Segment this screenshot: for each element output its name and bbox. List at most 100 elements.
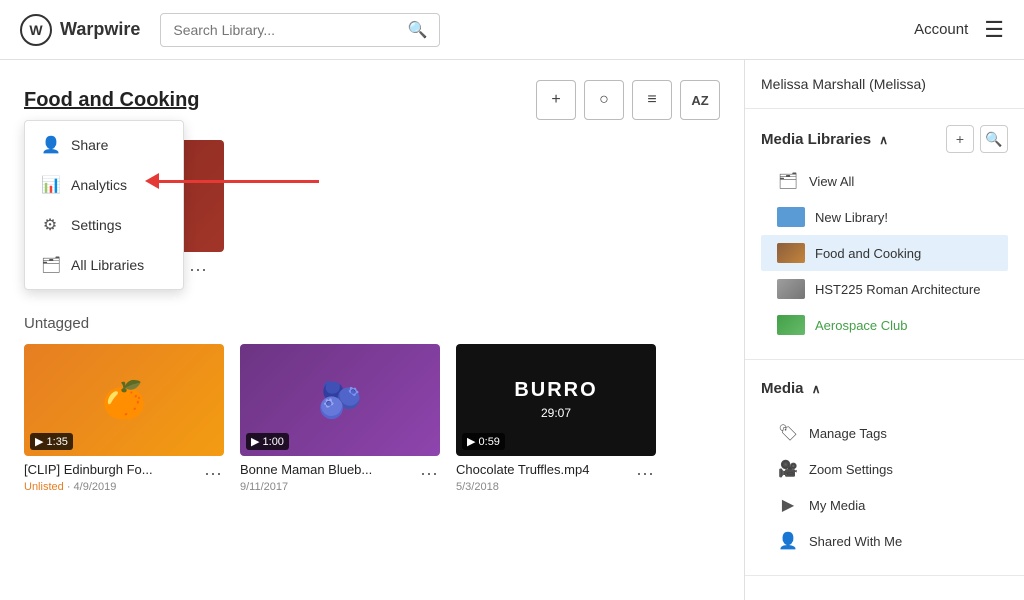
sidebar-thumb-food: [777, 243, 805, 263]
folder-icon: 🗂: [777, 171, 799, 191]
sidebar-shared-label: Shared With Me: [809, 534, 992, 549]
untagged-section-title: Untagged: [24, 315, 720, 332]
circle-button[interactable]: ○: [584, 80, 624, 120]
logo-icon: W: [20, 14, 52, 46]
video-card-2[interactable]: BURRO 29:07 ▶ 0:59 Chocolate Truffles.mp…: [456, 344, 656, 499]
video-grid: 🍊 ▶ 1:35 [CLIP] Edinburgh Fo... Unlisted…: [24, 344, 720, 499]
sidebar-media-libraries-title: Media Libraries ∧: [761, 131, 888, 148]
video-info-0: [CLIP] Edinburgh Fo... Unlisted · 4/9/20…: [24, 456, 224, 499]
sidebar: Melissa Marshall (Melissa) Media Librari…: [744, 60, 1024, 600]
sidebar-item-hst[interactable]: HST225 Roman Architecture: [761, 271, 1008, 307]
person-icon: 👤: [777, 531, 799, 551]
header-left: W Warpwire 🔍: [20, 13, 440, 47]
sidebar-food-label: Food and Cooking: [815, 246, 992, 261]
sidebar-thumb-new: [777, 207, 805, 227]
sidebar-media-header: Media ∧: [761, 376, 1008, 405]
sidebar-divider-1: [745, 359, 1024, 360]
video-more-1[interactable]: ⋯: [418, 462, 440, 487]
sidebar-item-new-library[interactable]: New Library!: [761, 199, 1008, 235]
content-header: Food and Cooking + ○ ≡ AZ: [24, 80, 720, 120]
sort-button[interactable]: AZ: [680, 80, 720, 120]
sidebar-item-view-all[interactable]: 🗂 View All: [761, 163, 1008, 199]
logo-name: Warpwire: [60, 19, 140, 40]
tag-icon: 🏷: [777, 423, 799, 443]
search-library-button[interactable]: 🔍: [980, 125, 1008, 153]
sidebar-divider-2: [745, 575, 1024, 576]
sidebar-manage-tags-label: Manage Tags: [809, 426, 992, 441]
header-right: Account ☰: [914, 17, 1004, 43]
settings-arrow: [145, 173, 319, 189]
sidebar-section-actions: + 🔍: [946, 125, 1008, 153]
video-title-1: Bonne Maman Blueb...: [240, 462, 418, 479]
toolbar: + ○ ≡ AZ: [536, 80, 720, 120]
main-layout: Food and Cooking + ○ ≡ AZ 👤 Share 📊 Anal…: [0, 60, 1024, 600]
dropdown-all-libraries-label: All Libraries: [71, 257, 144, 273]
video-thumb-2: BURRO 29:07 ▶ 0:59: [456, 344, 656, 456]
libraries-icon: 🗂: [41, 255, 59, 275]
settings-icon: ⚙: [41, 215, 59, 235]
sidebar-aero-label: Aerospace Club: [815, 318, 992, 333]
video-details-2: Chocolate Truffles.mp4 5/3/2018: [456, 462, 634, 493]
video-card-1[interactable]: 🫐 ▶ 1:00 Bonne Maman Blueb... 9/11/2017 …: [240, 344, 440, 499]
sidebar-media-section: Media ∧ 🏷 Manage Tags 🎥 Zoom Settings ▶ …: [745, 368, 1024, 567]
sidebar-item-aerospace[interactable]: Aerospace Club: [761, 307, 1008, 343]
video-more-0[interactable]: ⋯: [202, 462, 224, 487]
sidebar-item-shared[interactable]: 👤 Shared With Me: [761, 523, 1008, 559]
video-details-0: [CLIP] Edinburgh Fo... Unlisted · 4/9/20…: [24, 462, 202, 493]
app-header: W Warpwire 🔍 Account ☰: [0, 0, 1024, 60]
dropdown-menu: 👤 Share 📊 Analytics ⚙ Settings 🗂 All Lib…: [24, 120, 184, 290]
video-meta-0: Unlisted · 4/9/2019: [24, 481, 202, 493]
sidebar-media-title: Media ∧: [761, 380, 820, 397]
search-input[interactable]: [173, 22, 399, 38]
sidebar-hst-label: HST225 Roman Architecture: [815, 282, 992, 297]
video-date-0: · 4/9/2019: [67, 481, 117, 493]
dropdown-analytics-label: Analytics: [71, 177, 127, 193]
sidebar-media-libraries-section: Media Libraries ∧ + 🔍 🗂 View All New Lib…: [745, 109, 1024, 351]
page-title: Food and Cooking: [24, 89, 200, 112]
menu-icon[interactable]: ☰: [984, 17, 1004, 43]
account-link[interactable]: Account: [914, 21, 968, 38]
arrow-head: [145, 173, 159, 189]
dropdown-all-libraries[interactable]: 🗂 All Libraries: [25, 245, 183, 285]
share-icon: 👤: [41, 135, 59, 155]
content-area: Food and Cooking + ○ ≡ AZ 👤 Share 📊 Anal…: [0, 60, 744, 600]
add-library-button[interactable]: +: [946, 125, 974, 153]
sidebar-zoom-label: Zoom Settings: [809, 462, 992, 477]
dropdown-share-label: Share: [71, 137, 108, 153]
video-date-1: 9/11/2017: [240, 481, 418, 493]
video-title-0: [CLIP] Edinburgh Fo...: [24, 462, 202, 479]
add-button[interactable]: +: [536, 80, 576, 120]
video-duration-0: ▶ 1:35: [30, 433, 73, 450]
video-date-2: 5/3/2018: [456, 481, 634, 493]
dropdown-settings[interactable]: ⚙ Settings: [25, 205, 183, 245]
sidebar-item-zoom[interactable]: 🎥 Zoom Settings: [761, 451, 1008, 487]
arrow-line: [159, 180, 319, 183]
zoom-icon: 🎥: [777, 459, 799, 479]
sidebar-section-header: Media Libraries ∧ + 🔍: [761, 125, 1008, 153]
video-duration-2: ▶ 0:59: [462, 433, 505, 450]
video-status-0: Unlisted: [24, 481, 64, 493]
sidebar-thumb-hst: [777, 279, 805, 299]
sidebar-user: Melissa Marshall (Melissa): [745, 76, 1024, 109]
dropdown-settings-label: Settings: [71, 217, 122, 233]
video-duration-1: ▶ 1:00: [246, 433, 289, 450]
sidebar-logout[interactable]: Logout: [745, 584, 1024, 600]
list-button[interactable]: ≡: [632, 80, 672, 120]
search-bar[interactable]: 🔍: [160, 13, 440, 47]
video-card-0[interactable]: 🍊 ▶ 1:35 [CLIP] Edinburgh Fo... Unlisted…: [24, 344, 224, 499]
video-more-2[interactable]: ⋯: [634, 462, 656, 487]
sidebar-item-my-media[interactable]: ▶ My Media: [761, 487, 1008, 523]
video-info-2: Chocolate Truffles.mp4 5/3/2018 ⋯: [456, 456, 656, 499]
sidebar-my-media-label: My Media: [809, 498, 992, 513]
logo[interactable]: W Warpwire: [20, 14, 140, 46]
video-details-1: Bonne Maman Blueb... 9/11/2017: [240, 462, 418, 493]
video-title-2: Chocolate Truffles.mp4: [456, 462, 634, 479]
sidebar-new-library-label: New Library!: [815, 210, 992, 225]
video-info-1: Bonne Maman Blueb... 9/11/2017 ⋯: [240, 456, 440, 499]
play-icon: ▶: [777, 495, 799, 515]
sidebar-item-manage-tags[interactable]: 🏷 Manage Tags: [761, 415, 1008, 451]
dropdown-share[interactable]: 👤 Share: [25, 125, 183, 165]
sidebar-item-food-cooking[interactable]: Food and Cooking: [761, 235, 1008, 271]
first-video-more-button[interactable]: ⋯: [187, 258, 209, 283]
search-icon: 🔍: [407, 20, 427, 40]
